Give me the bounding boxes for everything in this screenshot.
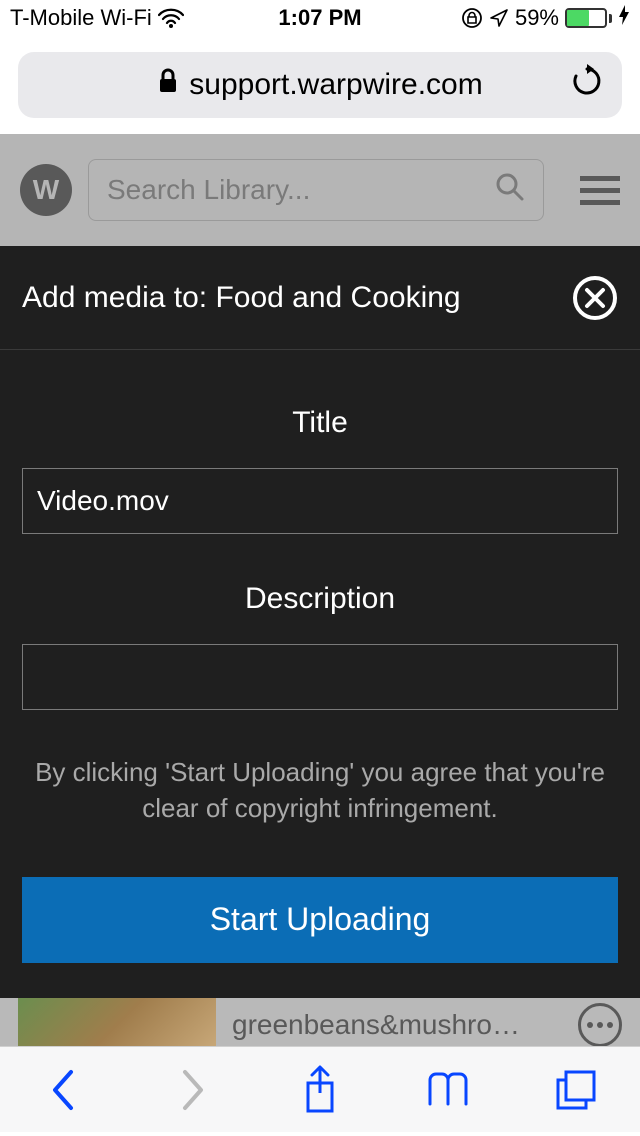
search-placeholder: Search Library... — [107, 174, 310, 206]
ios-status-bar: T-Mobile Wi-Fi 1:07 PM 59% — [0, 0, 640, 36]
title-input[interactable] — [22, 468, 618, 534]
media-list-item[interactable]: greenbeans&mushro… — [0, 998, 640, 1052]
add-media-modal: Add media to: Food and Cooking Title Des… — [0, 246, 640, 998]
warpwire-header: W Search Library... — [0, 134, 640, 246]
address-field[interactable]: support.warpwire.com — [18, 52, 622, 118]
url-text: support.warpwire.com — [189, 68, 482, 102]
share-button[interactable] — [290, 1060, 350, 1120]
location-icon — [489, 8, 509, 28]
menu-button[interactable] — [580, 176, 620, 205]
orientation-lock-icon — [461, 7, 483, 29]
carrier-label: T-Mobile Wi-Fi — [10, 5, 152, 31]
description-field-label: Description — [22, 582, 618, 616]
tabs-button[interactable] — [546, 1060, 606, 1120]
battery-icon — [565, 8, 612, 28]
modal-title: Add media to: Food and Cooking — [22, 281, 461, 315]
reload-button[interactable] — [570, 64, 604, 106]
https-lock-icon — [157, 68, 179, 102]
safari-toolbar — [0, 1046, 640, 1132]
status-left: T-Mobile Wi-Fi — [10, 5, 278, 31]
back-button[interactable] — [34, 1060, 94, 1120]
battery-pct: 59% — [515, 5, 559, 31]
description-input[interactable] — [22, 644, 618, 710]
close-button[interactable] — [572, 275, 618, 321]
more-options-button[interactable] — [578, 1003, 622, 1047]
modal-header: Add media to: Food and Cooking — [0, 246, 640, 350]
wifi-icon — [158, 8, 184, 28]
status-right: 59% — [362, 4, 630, 32]
copyright-disclaimer: By clicking 'Start Uploading' you agree … — [22, 754, 618, 827]
media-thumbnail — [18, 998, 216, 1052]
title-field-label: Title — [22, 406, 618, 440]
search-library-input[interactable]: Search Library... — [88, 159, 544, 221]
warpwire-logo[interactable]: W — [20, 164, 72, 216]
search-icon — [495, 172, 525, 209]
safari-address-bar: support.warpwire.com — [0, 36, 640, 134]
forward-button[interactable] — [162, 1060, 222, 1120]
bookmarks-button[interactable] — [418, 1060, 478, 1120]
charging-icon — [618, 4, 630, 32]
media-title: greenbeans&mushro… — [216, 1009, 578, 1041]
start-uploading-button[interactable]: Start Uploading — [22, 877, 618, 963]
status-time: 1:07 PM — [278, 5, 361, 31]
